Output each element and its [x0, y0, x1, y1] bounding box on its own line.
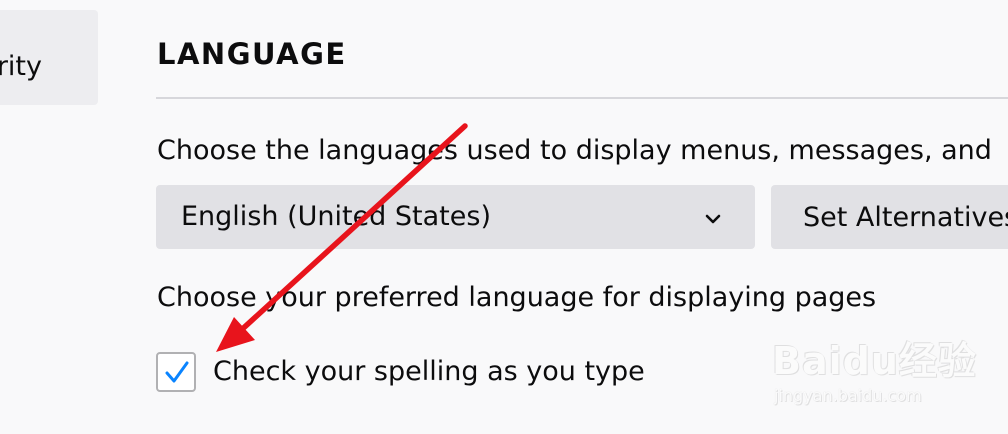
language-select[interactable]: English (United States) — [156, 185, 755, 249]
language-select-value: English (United States) — [181, 201, 491, 232]
sidebar-item-label: rity — [0, 51, 42, 82]
spellcheck-checkbox[interactable] — [156, 352, 196, 392]
watermark-brand: Baidu经验 — [772, 339, 977, 383]
preferences-page: rity LANGUAGE Choose the languages used … — [0, 0, 1008, 434]
sidebar-item-privacy-security[interactable]: rity — [0, 10, 98, 105]
arrowhead-icon — [216, 317, 255, 352]
checkmark-icon — [165, 361, 189, 383]
spellcheck-label[interactable]: Check your spelling as you type — [213, 355, 645, 389]
language-description: Choose the languages used to display men… — [157, 135, 992, 166]
chevron-down-icon — [705, 210, 721, 224]
set-alternatives-button[interactable]: Set Alternatives — [771, 185, 1008, 249]
set-alternatives-label: Set Alternatives — [803, 202, 1008, 233]
section-title-language: LANGUAGE — [157, 37, 347, 71]
section-divider — [156, 97, 1008, 99]
baidu-watermark: Baidu经验 jingyan.baidu.com — [772, 330, 976, 410]
preferred-language-label: Choose your preferred language for displ… — [157, 282, 877, 313]
watermark-url: jingyan.baidu.com — [774, 386, 922, 405]
